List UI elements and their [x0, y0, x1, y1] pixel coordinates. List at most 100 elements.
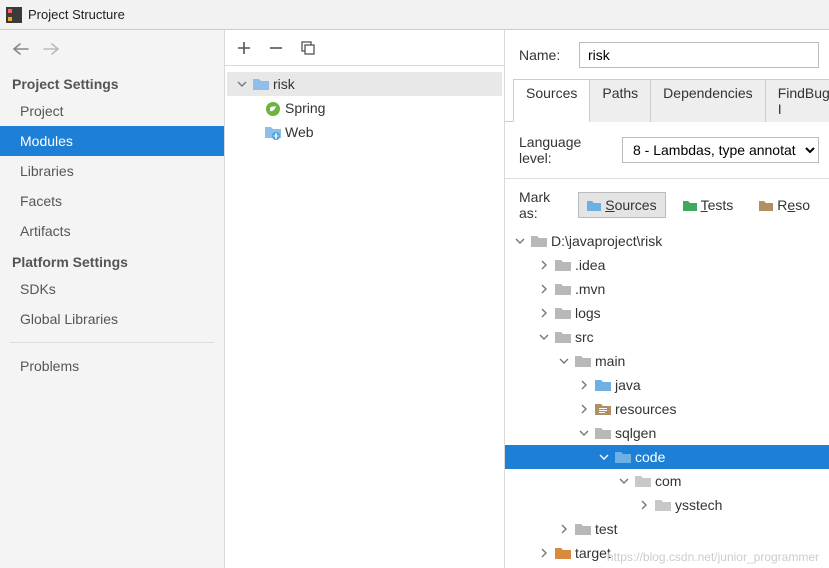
tree-label: .mvn [575, 281, 605, 297]
chevron-right-icon[interactable] [537, 306, 551, 320]
platform-settings-header: Platform Settings [0, 246, 224, 274]
tree-row[interactable]: com [505, 469, 829, 493]
sidebar-item-artifacts[interactable]: Artifacts [0, 216, 224, 246]
tree-label: com [655, 473, 681, 489]
tests-folder-icon [683, 199, 697, 211]
folder-icon [655, 498, 671, 512]
chevron-right-icon[interactable] [537, 258, 551, 272]
folder-icon [595, 426, 611, 440]
tree-row[interactable]: ysstech [505, 493, 829, 517]
tab-paths[interactable]: Paths [589, 79, 651, 122]
sidebar-item-project[interactable]: Project [0, 96, 224, 126]
folder-icon [531, 234, 547, 248]
forward-arrow-icon[interactable] [42, 40, 60, 58]
language-level-select[interactable]: 8 - Lambdas, type annotat [622, 137, 819, 163]
chevron-right-icon[interactable] [577, 378, 591, 392]
tree-label: logs [575, 305, 601, 321]
remove-icon[interactable] [267, 39, 285, 57]
tree-label: .idea [575, 257, 605, 273]
folder-icon [555, 258, 571, 272]
app-icon [6, 7, 22, 23]
chevron-down-icon[interactable] [577, 426, 591, 440]
sidebar-item-facets[interactable]: Facets [0, 186, 224, 216]
mark-sources-button[interactable]: Sources [578, 192, 665, 218]
folder-icon [575, 354, 591, 368]
chevron-right-icon[interactable] [637, 498, 651, 512]
mark-resources-button[interactable]: Reso [750, 192, 819, 218]
sidebar-item-modules[interactable]: Modules [0, 126, 224, 156]
detail-tabs: Sources Paths Dependencies FindBugs-I [505, 78, 829, 122]
mark-resources-label: Reso [777, 197, 810, 213]
divider [10, 342, 214, 343]
tab-dependencies[interactable]: Dependencies [650, 79, 766, 122]
tree-label: ysstech [675, 497, 722, 513]
tree-row[interactable]: logs [505, 301, 829, 325]
chevron-right-icon[interactable] [537, 546, 551, 560]
mark-sources-label: Sources [605, 197, 656, 213]
sidebar-item-problems[interactable]: Problems [0, 351, 224, 381]
tree-row[interactable]: test [505, 517, 829, 541]
tree-label: resources [615, 401, 676, 417]
tab-sources[interactable]: Sources [513, 79, 590, 122]
chevron-down-icon[interactable] [235, 77, 249, 91]
spring-icon [265, 101, 281, 115]
separator [505, 178, 829, 179]
module-detail-panel: Name: Sources Paths Dependencies FindBug… [505, 30, 829, 568]
tree-label: test [595, 521, 618, 537]
module-name-input[interactable] [579, 42, 819, 68]
sidebar-item-global-libraries[interactable]: Global Libraries [0, 304, 224, 334]
mark-tests-button[interactable]: Tests [674, 192, 743, 218]
sources-folder-icon [615, 450, 631, 464]
tree-label: sqlgen [615, 425, 656, 441]
tree-label: java [615, 377, 641, 393]
tree-row[interactable]: sqlgen [505, 421, 829, 445]
module-tree-root[interactable]: risk [227, 72, 502, 96]
tree-root[interactable]: D:\javaproject\risk [505, 229, 829, 253]
sidebar-item-sdks[interactable]: SDKs [0, 274, 224, 304]
tree-row-selected[interactable]: code [505, 445, 829, 469]
tree-row[interactable]: .idea [505, 253, 829, 277]
tree-row[interactable]: .mvn [505, 277, 829, 301]
chevron-right-icon[interactable] [557, 522, 571, 536]
resources-folder-icon [595, 402, 611, 416]
chevron-right-icon[interactable] [577, 402, 591, 416]
sidebar-item-libraries[interactable]: Libraries [0, 156, 224, 186]
window-title: Project Structure [28, 7, 125, 22]
chevron-down-icon[interactable] [513, 234, 527, 248]
tree-label: src [575, 329, 594, 345]
sidebar: Project Settings Project Modules Librari… [0, 30, 225, 568]
chevron-down-icon[interactable] [617, 474, 631, 488]
tree-row[interactable]: src [505, 325, 829, 349]
resources-folder-icon [759, 199, 773, 211]
chevron-right-icon[interactable] [537, 282, 551, 296]
folder-icon [635, 474, 651, 488]
mark-as-row: Mark as: Sources Tests Reso [505, 181, 829, 227]
chevron-down-icon[interactable] [597, 450, 611, 464]
chevron-down-icon[interactable] [537, 330, 551, 344]
tab-findbugs[interactable]: FindBugs-I [765, 79, 829, 122]
module-tree-item[interactable]: Web [227, 120, 502, 144]
tree-row[interactable]: target [505, 541, 829, 565]
tree-label: target [575, 545, 611, 561]
add-icon[interactable] [235, 39, 253, 57]
sources-folder-icon [587, 199, 601, 211]
chevron-down-icon[interactable] [557, 354, 571, 368]
tree-root-label: D:\javaproject\risk [551, 233, 662, 249]
module-folder-icon [253, 77, 269, 91]
tree-row[interactable]: java [505, 373, 829, 397]
module-list-panel: risk Spring Web [225, 30, 505, 568]
tree-row[interactable]: main [505, 349, 829, 373]
module-tree: risk Spring Web [225, 66, 504, 150]
mark-as-label: Mark as: [519, 189, 566, 221]
titlebar: Project Structure [0, 0, 829, 30]
module-toolbar [225, 30, 504, 66]
module-tree-item[interactable]: Spring [227, 96, 502, 120]
tree-label: main [595, 353, 625, 369]
module-root-label: risk [273, 76, 295, 92]
back-arrow-icon[interactable] [12, 40, 30, 58]
language-level-label: Language level: [519, 134, 612, 166]
copy-icon[interactable] [299, 39, 317, 57]
tree-row[interactable]: resources [505, 397, 829, 421]
name-label: Name: [519, 47, 569, 63]
tests-folder-icon [575, 522, 591, 536]
